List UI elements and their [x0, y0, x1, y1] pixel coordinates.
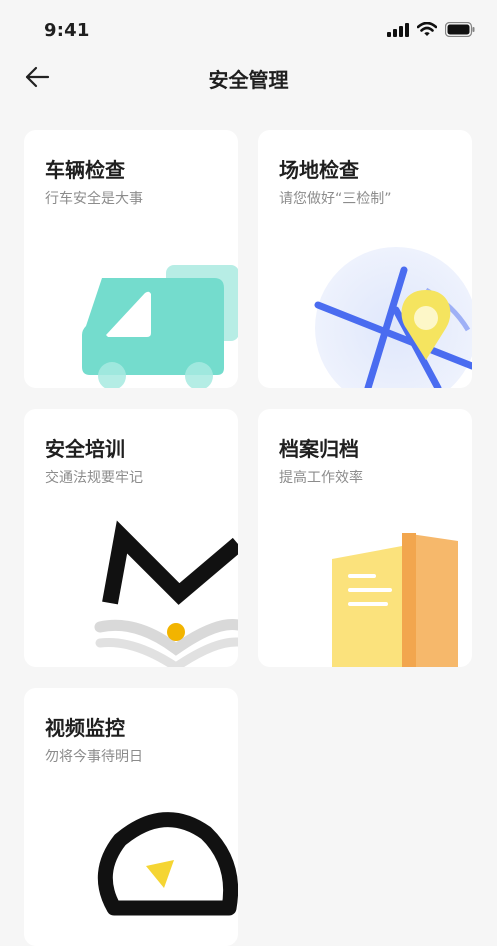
card-title: 档案归档: [279, 437, 359, 461]
cellular-signal-icon: [387, 22, 409, 37]
card-video-surveillance[interactable]: 视频监控 勿将今事待明日: [24, 688, 238, 946]
nav-bar: 安全管理: [0, 58, 497, 98]
status-icons: [387, 22, 475, 37]
wifi-icon: [417, 22, 437, 36]
status-time: 9:41: [44, 20, 90, 41]
battery-icon: [445, 22, 475, 37]
page-title: 安全管理: [208, 68, 289, 92]
card-subtitle: 行车安全是大事: [45, 191, 143, 207]
status-bar: 9:41: [0, 0, 497, 58]
card-title: 车辆检查: [45, 158, 125, 182]
card-subtitle: 提高工作效率: [279, 470, 363, 486]
card-subtitle: 交通法规要牢记: [45, 470, 143, 486]
card-site-inspection[interactable]: 场地检查 请您做好“三检制”: [258, 130, 472, 388]
card-subtitle: 请您做好“三检制”: [279, 191, 392, 207]
card-subtitle: 勿将今事待明日: [45, 749, 143, 765]
card-title: 视频监控: [45, 716, 125, 740]
card-vehicle-inspection[interactable]: 车辆检查 行车安全是大事: [24, 130, 238, 388]
card-title: 场地检查: [279, 158, 359, 182]
card-archive-filing[interactable]: 档案归档 提高工作效率: [258, 409, 472, 667]
card-title: 安全培训: [45, 437, 125, 461]
card-safety-training[interactable]: 安全培训 交通法规要牢记: [24, 409, 238, 667]
